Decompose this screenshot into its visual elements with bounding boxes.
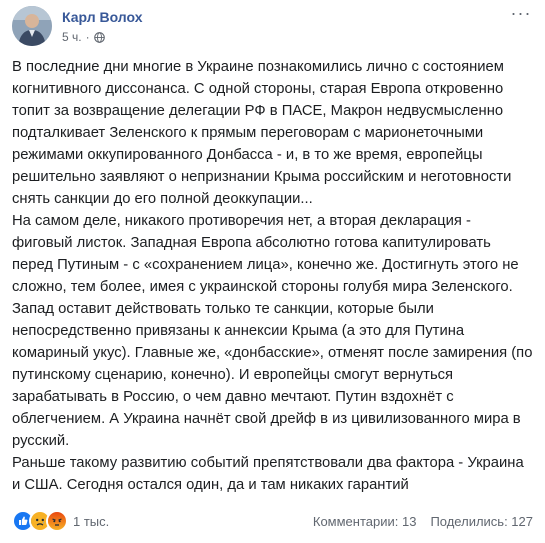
- shares-count[interactable]: Поделились: 127: [430, 514, 533, 529]
- post-time[interactable]: 5 ч.: [62, 30, 82, 44]
- post-meta: 5 ч. ·: [62, 30, 105, 44]
- comments-count[interactable]: Комментарии: 13: [313, 514, 417, 529]
- meta-separator: ·: [85, 30, 90, 44]
- avatar[interactable]: [12, 6, 52, 46]
- post-paragraph: Раньше такому развитию событий препятств…: [12, 455, 524, 493]
- more-options-icon[interactable]: ···: [509, 4, 533, 24]
- globe-icon[interactable]: [93, 31, 105, 43]
- post-header: Карл Волох 5 ч. · ···: [12, 4, 533, 50]
- reactions-summary[interactable]: 1 тыс.: [12, 510, 109, 532]
- angry-reaction-icon[interactable]: [46, 510, 68, 532]
- post-paragraph: На самом деле, никакого противоречия нет…: [12, 213, 533, 449]
- post-footer: 1 тыс. Комментарии: 13 Поделились: 127: [12, 510, 533, 532]
- post-text: В последние дни многие в Украине познако…: [12, 56, 534, 496]
- reaction-count[interactable]: 1 тыс.: [73, 514, 109, 529]
- author-name[interactable]: Карл Волох: [62, 9, 143, 25]
- post-paragraph: В последние дни многие в Украине познако…: [12, 59, 512, 207]
- post-stats: Комментарии: 13 Поделились: 127: [313, 514, 533, 529]
